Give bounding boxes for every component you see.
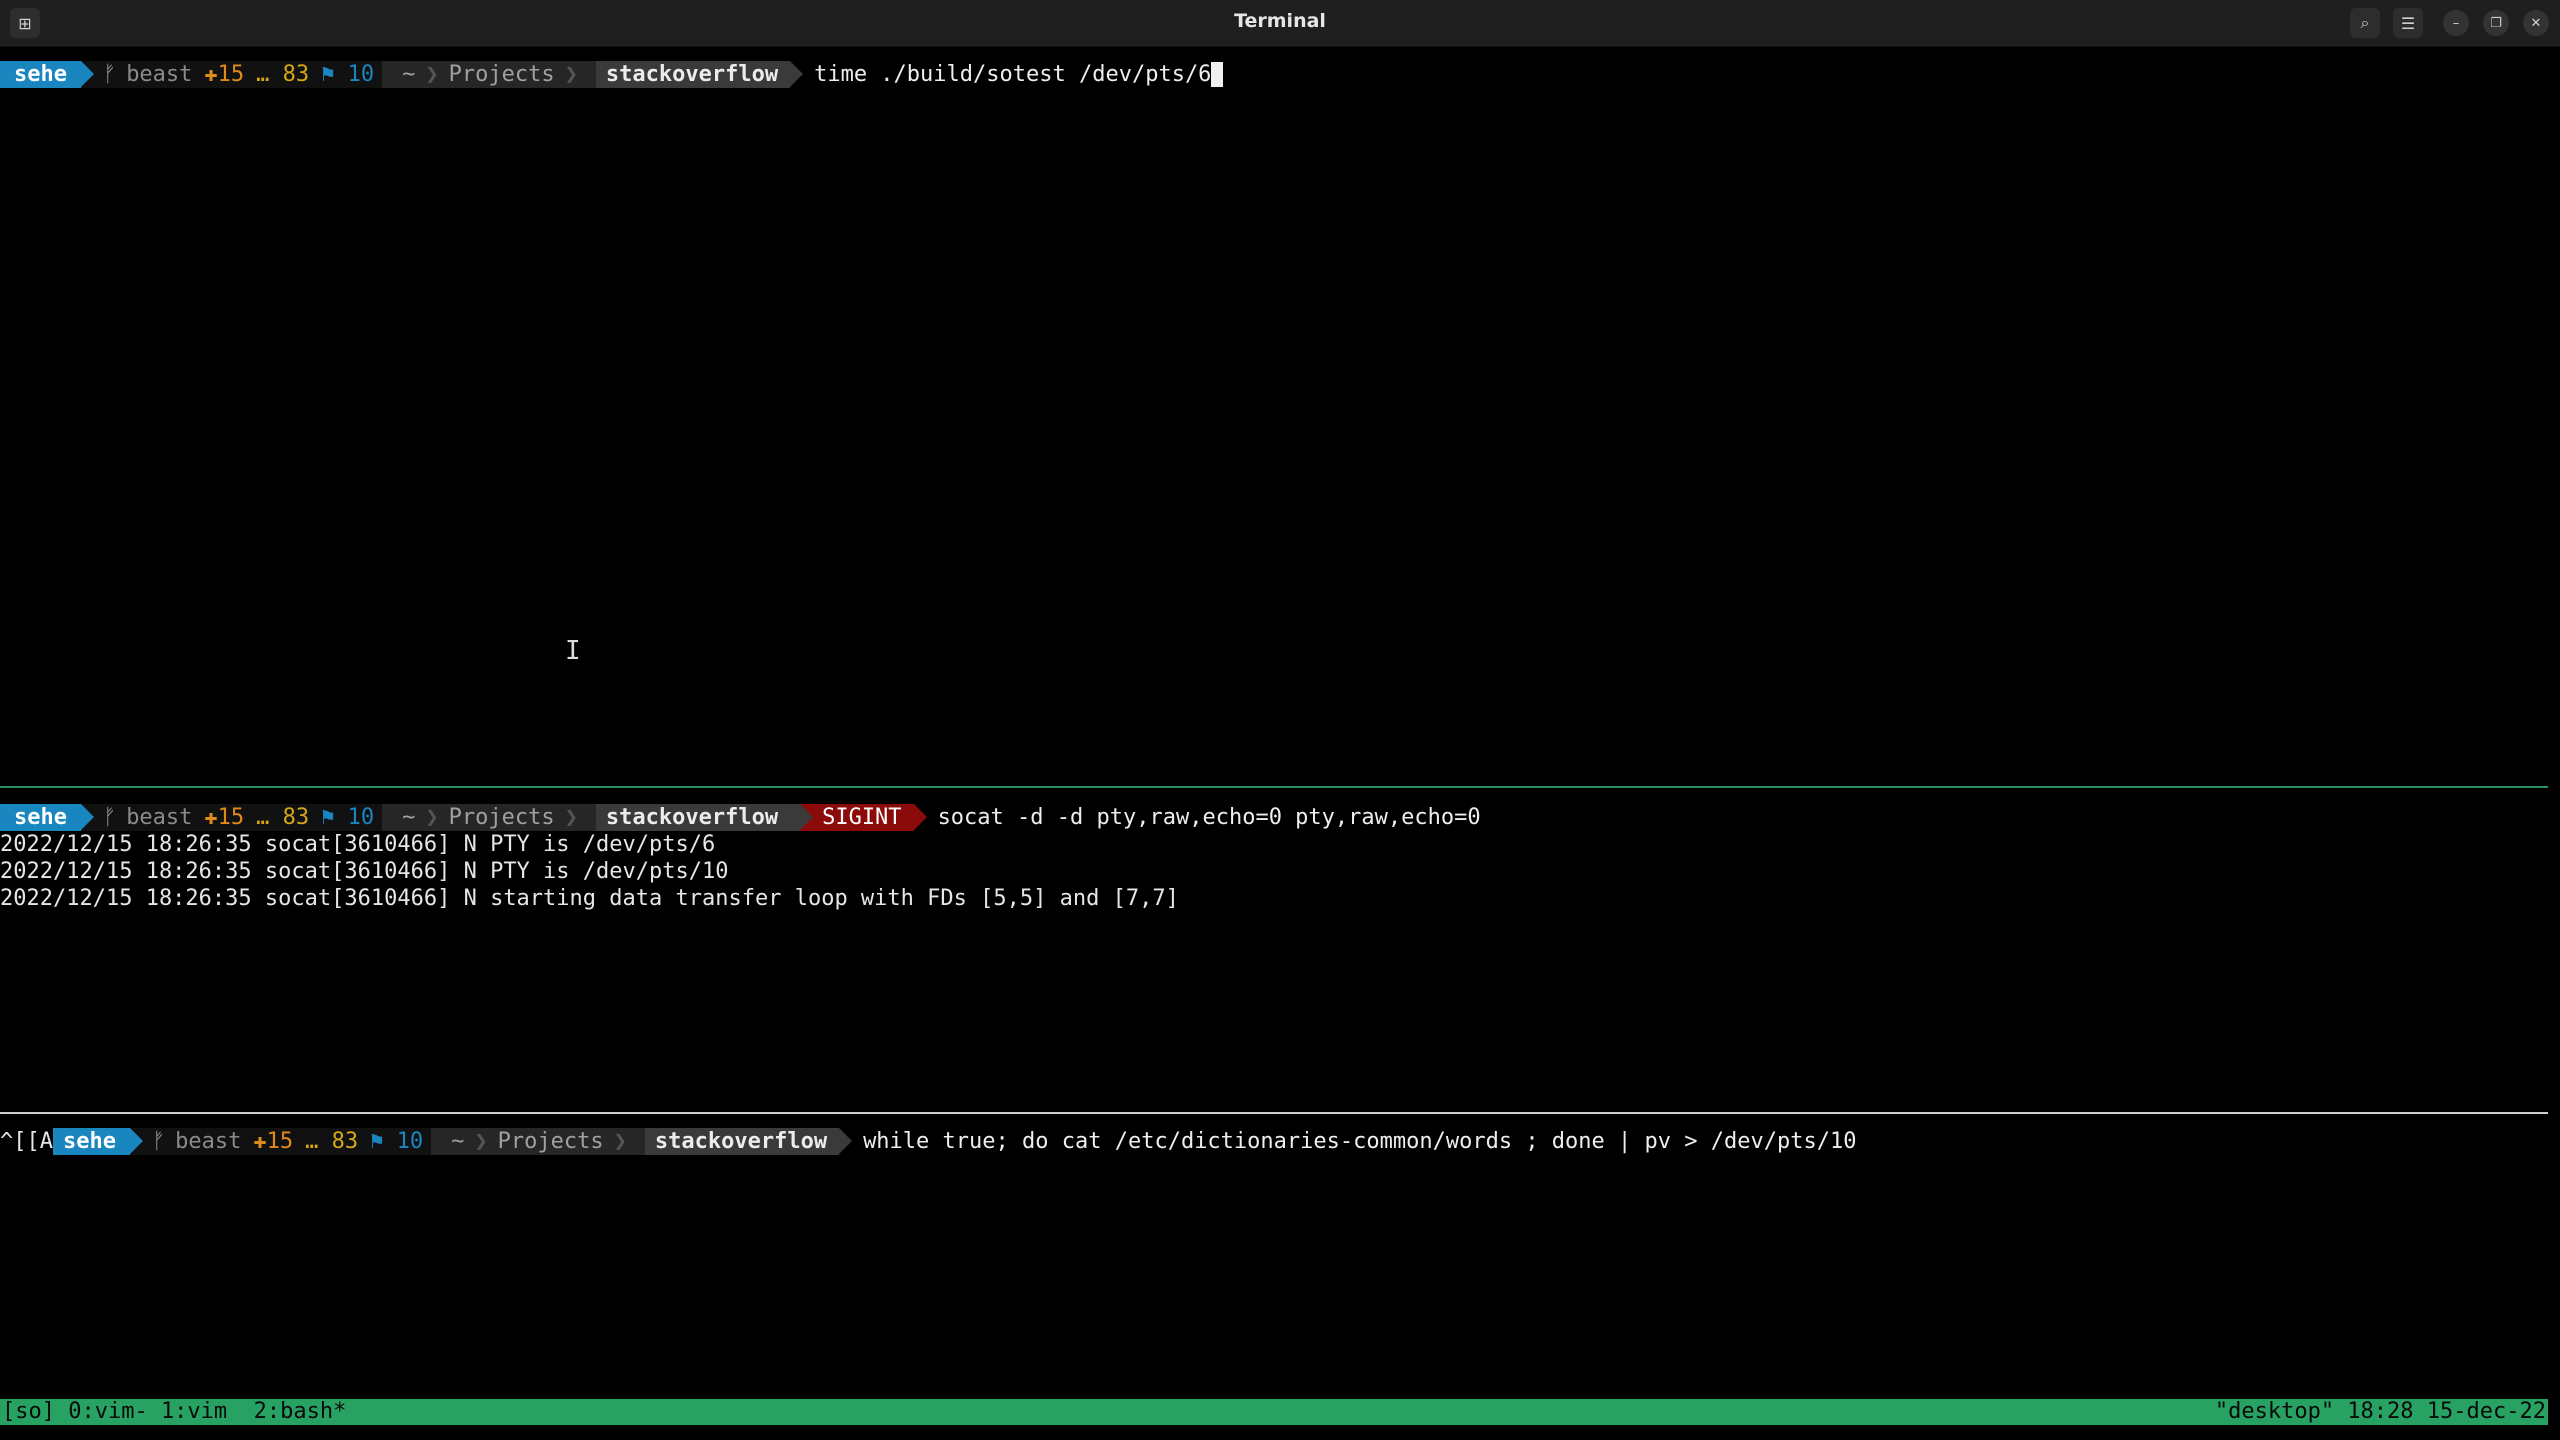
git-stashes: ⚑ 10 — [321, 62, 375, 87]
command-text: while true; do cat /etc/dictionaries-com… — [863, 1129, 1857, 1154]
chevron-right-icon: ❯ — [564, 805, 578, 830]
plus-icon: ✚ — [253, 1129, 267, 1154]
search-icon[interactable]: ⌕ — [2350, 8, 2380, 38]
flag-icon: ⚑ — [370, 1129, 384, 1154]
prompt-git-status: ᚠ beast ✚15 … 83 ⚑ 10 — [80, 804, 383, 831]
close-icon[interactable]: ✕ — [2523, 10, 2549, 36]
flag-icon: ⚑ — [321, 805, 335, 830]
git-branch: beast — [175, 1129, 242, 1154]
git-staged: ✚15 — [204, 62, 245, 87]
text-cursor — [1211, 62, 1224, 87]
prompt-git-status: ᚠ beast ✚15 … 83 ⚑ 10 — [129, 1128, 432, 1155]
ellipsis-icon: … — [305, 1129, 319, 1154]
git-untracked: … 83 — [256, 62, 310, 87]
dir-current: stackoverflow — [595, 804, 814, 831]
dir-current: stackoverflow — [595, 61, 804, 88]
git-stashes: ⚑ 10 — [370, 1129, 424, 1154]
command-text: time ./build/sotest /dev/pts/6 — [814, 62, 1212, 87]
tmux-status-right: "desktop" 18:28 15-dec-22 — [2214, 1399, 2546, 1424]
ellipsis-icon: … — [256, 805, 270, 830]
dir-projects: Projects — [448, 62, 555, 87]
chevron-right-icon: ❯ — [613, 1129, 627, 1154]
signal-badge: SIGINT — [800, 804, 928, 831]
command-text: socat -d -d pty,raw,echo=0 pty,raw,echo=… — [937, 805, 1481, 830]
hamburger-menu-icon[interactable]: ☰ — [2393, 8, 2423, 38]
terminal-pane-top[interactable]: sehe ᚠ beast ✚15 … 83 ⚑ 10 ~ ❯ Projects … — [0, 46, 2548, 786]
dir-home: ~ — [402, 62, 416, 87]
window-title: Terminal — [1234, 10, 1326, 32]
chevron-right-icon: ❯ — [425, 62, 439, 87]
prompt-user: sehe — [0, 804, 94, 831]
dir-home: ~ — [451, 1129, 465, 1154]
title-bar: ⊞ Terminal ⌕ ☰ – ❐ ✕ — [0, 0, 2560, 47]
git-branch-icon: ᚠ — [102, 62, 117, 87]
tmux-status-bar: [so] 0:vim- 1:vim 2:bash* "desktop" 18:2… — [0, 1399, 2548, 1425]
git-branch-icon: ᚠ — [151, 1129, 166, 1154]
git-staged: ✚15 — [204, 805, 245, 830]
prompt-line: sehe ᚠ beast ✚15 … 83 ⚑ 10 ~ ❯ Projects … — [0, 61, 1224, 88]
ibeam-cursor-icon: I — [565, 636, 581, 666]
prompt-line: ^[[A sehe ᚠ beast ✚15 … 83 ⚑ 10 ~ ❯ Proj… — [0, 1128, 1856, 1155]
output-line: 2022/12/15 18:26:35 socat[3610466] N PTY… — [0, 859, 729, 884]
output-line: 2022/12/15 18:26:35 socat[3610466] N PTY… — [0, 832, 716, 857]
chevron-right-icon: ❯ — [474, 1129, 488, 1154]
prompt-path: ~ ❯ Projects ❯ — [382, 61, 596, 88]
prompt-path: ~ ❯ Projects ❯ — [382, 804, 596, 831]
dir-projects: Projects — [497, 1129, 604, 1154]
prompt-git-status: ᚠ beast ✚15 … 83 ⚑ 10 — [80, 61, 383, 88]
plus-icon: ✚ — [204, 805, 218, 830]
terminal-pane-middle[interactable]: sehe ᚠ beast ✚15 … 83 ⚑ 10 ~ ❯ Projects … — [0, 788, 2548, 1112]
minimize-icon[interactable]: – — [2443, 10, 2469, 36]
dir-projects: Projects — [448, 805, 555, 830]
git-branch: beast — [126, 805, 193, 830]
prompt-line: sehe ᚠ beast ✚15 … 83 ⚑ 10 ~ ❯ Projects … — [0, 804, 1481, 831]
flag-icon: ⚑ — [321, 62, 335, 87]
git-untracked: … 83 — [256, 805, 310, 830]
ellipsis-icon: … — [256, 62, 270, 87]
restore-icon[interactable]: ❐ — [2483, 10, 2509, 36]
git-staged: ✚15 — [253, 1129, 294, 1154]
plus-icon: ✚ — [204, 62, 218, 87]
prompt-user: sehe — [52, 1128, 143, 1155]
git-branch: beast — [126, 62, 193, 87]
escape-sequence-text: ^[[A — [0, 1129, 53, 1154]
chevron-right-icon: ❯ — [564, 62, 578, 87]
chevron-right-icon: ❯ — [425, 805, 439, 830]
tmux-window-list[interactable]: [so] 0:vim- 1:vim 2:bash* — [2, 1399, 346, 1425]
git-untracked: … 83 — [305, 1129, 359, 1154]
prompt-user: sehe — [0, 61, 94, 88]
terminal-pane-bottom[interactable]: ^[[A sehe ᚠ beast ✚15 … 83 ⚑ 10 ~ ❯ Proj… — [0, 1114, 2548, 1396]
output-line: 2022/12/15 18:26:35 socat[3610466] N sta… — [0, 886, 1179, 911]
dir-current: stackoverflow — [644, 1128, 853, 1155]
git-stashes: ⚑ 10 — [321, 805, 375, 830]
dir-home: ~ — [402, 805, 416, 830]
git-branch-icon: ᚠ — [102, 805, 117, 830]
prompt-path: ~ ❯ Projects ❯ — [431, 1128, 645, 1155]
